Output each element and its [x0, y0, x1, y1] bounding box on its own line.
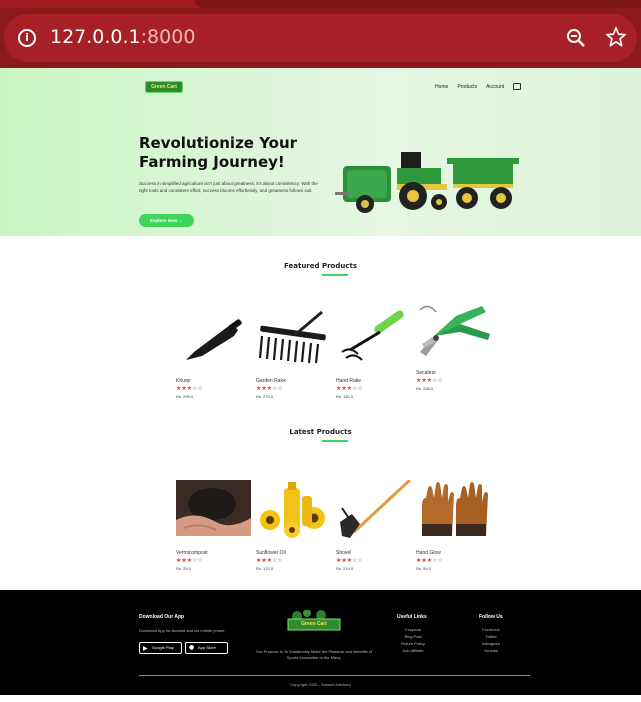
product-card-shovel[interactable]: Shovel ★★★☆☆ Rs. 219.0 — [336, 478, 412, 571]
product-rating: ★★★☆☆ — [416, 377, 443, 384]
product-rating: ★★★☆☆ — [176, 385, 203, 392]
product-name[interactable]: Sunflower Oil — [256, 550, 331, 556]
sunflower-oil-image — [260, 482, 325, 538]
secateur-image — [419, 305, 490, 356]
link-coupons[interactable]: Coupons — [393, 626, 433, 633]
url-host: 127.0.0.1 — [50, 26, 141, 48]
useful-links-title: Useful Links — [397, 614, 427, 620]
nav-home[interactable]: Home — [435, 84, 448, 90]
site-info-icon[interactable]: i — [18, 29, 36, 47]
bookmark-star-icon[interactable] — [605, 26, 627, 48]
web-page: Green Cart Home Products Account Revolut… — [0, 68, 641, 702]
product-card-hand-rake[interactable]: Hand Rake ★★★☆☆ Rs. 150.0 — [336, 308, 411, 399]
featured-products-title: Featured Products — [284, 262, 357, 270]
latest-products-title: Latest Products — [289, 428, 352, 436]
product-price: Rs. 150.0 — [336, 394, 354, 399]
active-tab[interactable] — [195, 0, 641, 8]
product-card-hand-glow[interactable]: Hand Glow ★★★☆☆ Rs. 99.0 — [416, 480, 491, 571]
product-price: Rs. 123.0 — [256, 566, 274, 571]
product-name[interactable]: Hand Glow — [416, 550, 491, 556]
link-instagram[interactable]: Instagram — [471, 640, 511, 647]
product-card-vermicompost[interactable]: Vermicompost ★★★☆☆ Rs. 29.0 — [176, 480, 251, 571]
url-text[interactable]: 127.0.0.1:8000 — [50, 26, 195, 48]
hero-section: Green Cart Home Products Account Revolut… — [0, 68, 641, 236]
app-store-badge[interactable]: ● App Store — [185, 642, 228, 654]
product-rating: ★★★☆☆ — [416, 557, 443, 564]
google-play-badge[interactable]: ▶ Google Play — [139, 642, 182, 654]
product-name[interactable]: Vermicompost — [176, 550, 251, 556]
link-blog-post[interactable]: Blog Post — [393, 633, 433, 640]
address-bar[interactable]: i 127.0.0.1:8000 — [4, 14, 637, 62]
site-logo[interactable]: Green Cart — [145, 81, 183, 93]
link-youtube[interactable]: Youtube — [471, 647, 511, 654]
follow-links-list: Facebook Twitter Instagram Youtube — [471, 626, 511, 654]
product-card-sunflower-oil[interactable]: Sunflower Oil ★★★☆☆ Rs. 123.0 — [256, 480, 331, 571]
copyright-text: Copyright 2020 - Samuel Adhikary — [290, 682, 351, 687]
product-price: Rs. 208.0 — [416, 386, 434, 391]
product-name[interactable]: Shovel — [336, 550, 411, 556]
latest-underline — [322, 440, 348, 442]
download-app-text: Download App for Android and ios mobile … — [139, 628, 226, 633]
link-join-affiliate[interactable]: Join Affiliate — [393, 647, 433, 654]
nav-account[interactable]: Account — [486, 84, 504, 90]
product-name[interactable]: Secateur — [416, 370, 491, 376]
product-price: Rs. 299.0 — [176, 394, 194, 399]
product-rating: ★★★☆☆ — [336, 557, 363, 564]
product-rating: ★★★☆☆ — [256, 557, 283, 564]
tab-strip — [0, 0, 641, 8]
farm-machinery-image — [335, 152, 519, 213]
footer-purpose: Our Purpose Is To Sustainably Make the P… — [255, 649, 373, 660]
link-return-policy[interactable]: Return Policy — [393, 640, 433, 647]
download-app-title: Download Our App — [139, 614, 185, 620]
product-price: Rs. 29.0 — [176, 566, 191, 571]
product-card-garden-rake[interactable]: Garden Rake ★★★☆☆ Rs. 279.0 — [256, 308, 331, 399]
hand-rake-image — [341, 310, 404, 361]
product-card-secateur[interactable]: Secateur ★★★☆☆ Rs. 208.0 — [416, 300, 491, 391]
hand-glow-image — [422, 482, 488, 536]
featured-underline — [322, 274, 348, 276]
useful-links-list: Coupons Blog Post Return Policy Join Aff… — [393, 626, 433, 654]
footer-divider — [139, 675, 530, 676]
zoom-icon[interactable] — [566, 28, 586, 48]
product-name[interactable]: Khurpi — [176, 378, 251, 384]
footer-logo-text: Green Cart — [301, 621, 327, 627]
browser-toolbar: i 127.0.0.1:8000 — [0, 0, 641, 68]
follow-us-title: Follow Us — [479, 614, 503, 620]
product-price: Rs. 99.0 — [416, 566, 431, 571]
vermicompost-image — [176, 480, 251, 536]
shovel-image — [340, 478, 412, 538]
hero-title: Revolutionize Your Farming Journey! — [139, 134, 339, 172]
link-facebook[interactable]: Facebook — [471, 626, 511, 633]
google-play-label: Google Play — [152, 645, 174, 650]
site-footer: Download Our App Download App for Androi… — [0, 590, 641, 695]
product-price: Rs. 219.0 — [336, 566, 354, 571]
khurpi-image — [186, 319, 242, 360]
link-twitter[interactable]: Twitter — [471, 633, 511, 640]
nav-products[interactable]: Products — [457, 84, 477, 90]
google-play-icon: ▶ — [143, 645, 148, 652]
hero-title-line1: Revolutionize Your — [139, 134, 298, 152]
product-rating: ★★★☆☆ — [336, 385, 363, 392]
product-rating: ★★★☆☆ — [176, 557, 203, 564]
url-port: :8000 — [140, 26, 196, 48]
garden-rake-image — [258, 310, 326, 364]
main-nav: Home Products Account — [435, 83, 522, 90]
hero-description: Success in simplified agriculture isn't … — [139, 181, 318, 193]
cart-icon[interactable] — [513, 83, 522, 90]
product-rating: ★★★☆☆ — [256, 385, 283, 392]
product-price: Rs. 279.0 — [256, 394, 274, 399]
app-store-label: App Store — [198, 645, 216, 650]
explore-now-button[interactable]: Explore Now → — [139, 214, 194, 227]
apple-icon: ● — [189, 644, 195, 651]
product-card-khurpi[interactable]: Khurpi ★★★☆☆ Rs. 299.0 — [176, 308, 251, 399]
product-name[interactable]: Garden Rake — [256, 378, 331, 384]
product-name[interactable]: Hand Rake — [336, 378, 411, 384]
hero-title-line2: Farming Journey! — [139, 153, 285, 171]
